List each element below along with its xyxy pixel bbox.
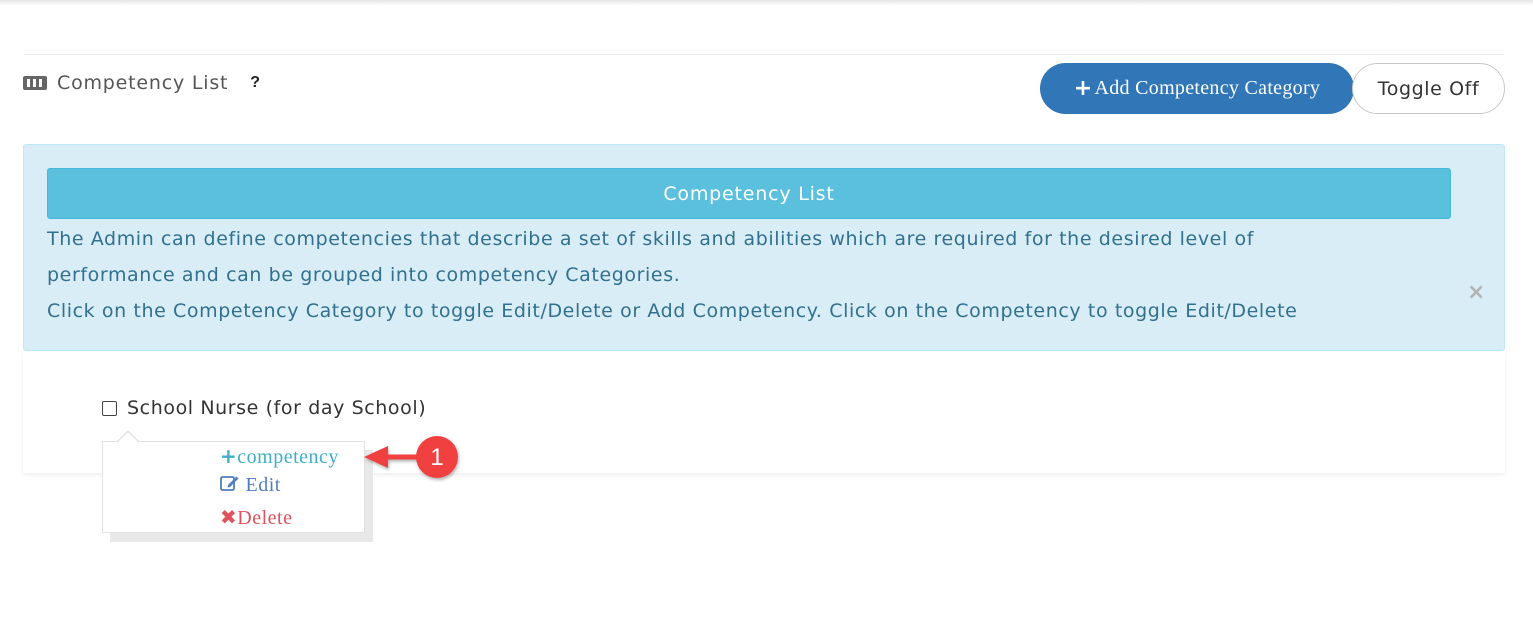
edit-icon	[220, 474, 246, 496]
help-icon[interactable]: ?	[250, 74, 260, 92]
add-competency-category-button[interactable]: + Add Competency Category	[1040, 63, 1354, 114]
step-number: 1	[430, 444, 443, 471]
alert-line: performance and can be grouped into comp…	[47, 264, 681, 286]
alert-line: The Admin can define competencies that d…	[47, 228, 1254, 250]
close-icon[interactable]: ×	[1467, 280, 1485, 305]
top-bar-shadow	[0, 0, 1533, 6]
list-icon	[23, 76, 47, 90]
add-competency-category-label: Add Competency Category	[1094, 77, 1321, 99]
category-label[interactable]: School Nurse (for day School)	[127, 397, 426, 419]
alert-heading: Competency List	[47, 168, 1451, 219]
page-title: Competency List	[57, 72, 229, 94]
arrow-head-icon	[364, 446, 388, 468]
plus-icon: +	[220, 444, 238, 468]
category-item[interactable]: School Nurse (for day School)	[102, 397, 426, 419]
toggle-off-button[interactable]: Toggle Off	[1352, 63, 1505, 114]
step-callout: 1	[364, 436, 458, 478]
alert-body: The Admin can define competencies that d…	[47, 221, 1457, 329]
category-checkbox[interactable]	[102, 400, 117, 416]
edit-label: Edit	[245, 474, 281, 496]
delete-link[interactable]: ✖Delete	[220, 505, 292, 530]
popover-caret-inner	[118, 432, 138, 442]
divider	[24, 54, 1504, 55]
page-title-row: Competency List ?	[23, 70, 260, 96]
plus-icon: +	[1073, 76, 1093, 101]
info-alert: Competency List The Admin can define com…	[23, 144, 1505, 351]
add-competency-link[interactable]: +competency	[220, 444, 339, 469]
edit-link[interactable]: Edit	[220, 474, 281, 497]
close-x-icon: ✖	[220, 505, 238, 529]
add-competency-label: competency	[237, 446, 339, 468]
alert-line: Click on the Competency Category to togg…	[47, 300, 1298, 322]
delete-label: Delete	[237, 507, 293, 529]
